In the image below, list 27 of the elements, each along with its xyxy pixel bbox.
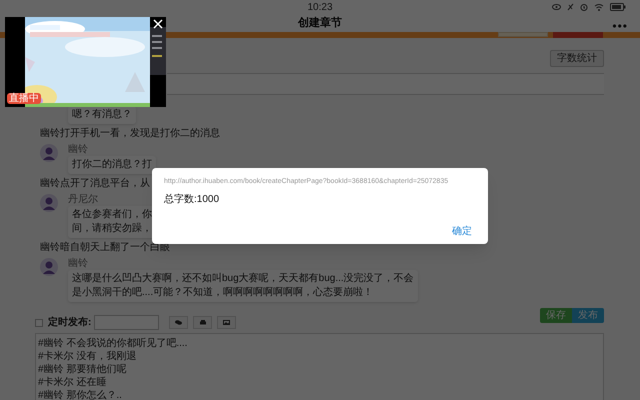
ok-button[interactable]: 确定 xyxy=(452,224,472,238)
message-text: 是小黑洞干的吧....可能？不知道，啊啊啊啊啊啊啊啊，心态要崩啦！ xyxy=(72,286,374,300)
message-text: 这哪是什么凹凸大赛啊，还不如叫bug大赛呢，天天都有bug...没完没了，不会 xyxy=(72,272,414,286)
dialog-message: 总字数:1000 xyxy=(164,192,220,206)
author-name: 幽铃 xyxy=(68,144,88,156)
editor-line: #卡米尔 还在睡 xyxy=(38,376,108,388)
publish-button[interactable]: 发布 xyxy=(572,308,604,322)
more-menu-button[interactable]: ••• xyxy=(612,17,628,35)
narration-text: 幽铃打开手机一看，发现是打你二的消息 xyxy=(40,126,220,140)
editor-line: #幽铃 那你怎么？.. xyxy=(38,390,123,400)
narration-text: 幽铃点开了消息平台，从 xyxy=(40,176,150,190)
page-title: 创建章节 xyxy=(298,16,342,31)
clock: 10:23 xyxy=(307,1,333,15)
editor-line: #幽铃 那要猜他们呢 xyxy=(38,364,128,376)
word-count-button[interactable]: 字数统计 xyxy=(550,50,604,66)
author-name: 幽铃 xyxy=(68,258,88,270)
message-text: 打你二的消息？打 xyxy=(72,158,152,172)
schedule-label: 定时发布: xyxy=(48,315,92,330)
text-editor[interactable]: #幽铃 不会我说的你都听见了吧.... #卡米尔 没有，我刚退 #幽铃 那要猜他们呢 #卡米尔 还在睡 #幽铃 那你怎么？.. xyxy=(35,332,604,400)
message-text: 嗯？有消息？ xyxy=(72,108,132,122)
editor-line: #卡米尔 没有，我刚退 xyxy=(38,350,138,362)
save-button[interactable]: 保存 xyxy=(540,308,572,322)
live-badge: 直播中 xyxy=(7,93,41,104)
message-text: 各位参赛者们，你 xyxy=(72,208,152,222)
message-text: 间，请稍安勿躁， xyxy=(72,222,152,236)
editor-line: #幽铃 不会我说的你都听见了吧.... xyxy=(38,338,188,350)
author-name: 丹尼尔 xyxy=(68,194,98,206)
